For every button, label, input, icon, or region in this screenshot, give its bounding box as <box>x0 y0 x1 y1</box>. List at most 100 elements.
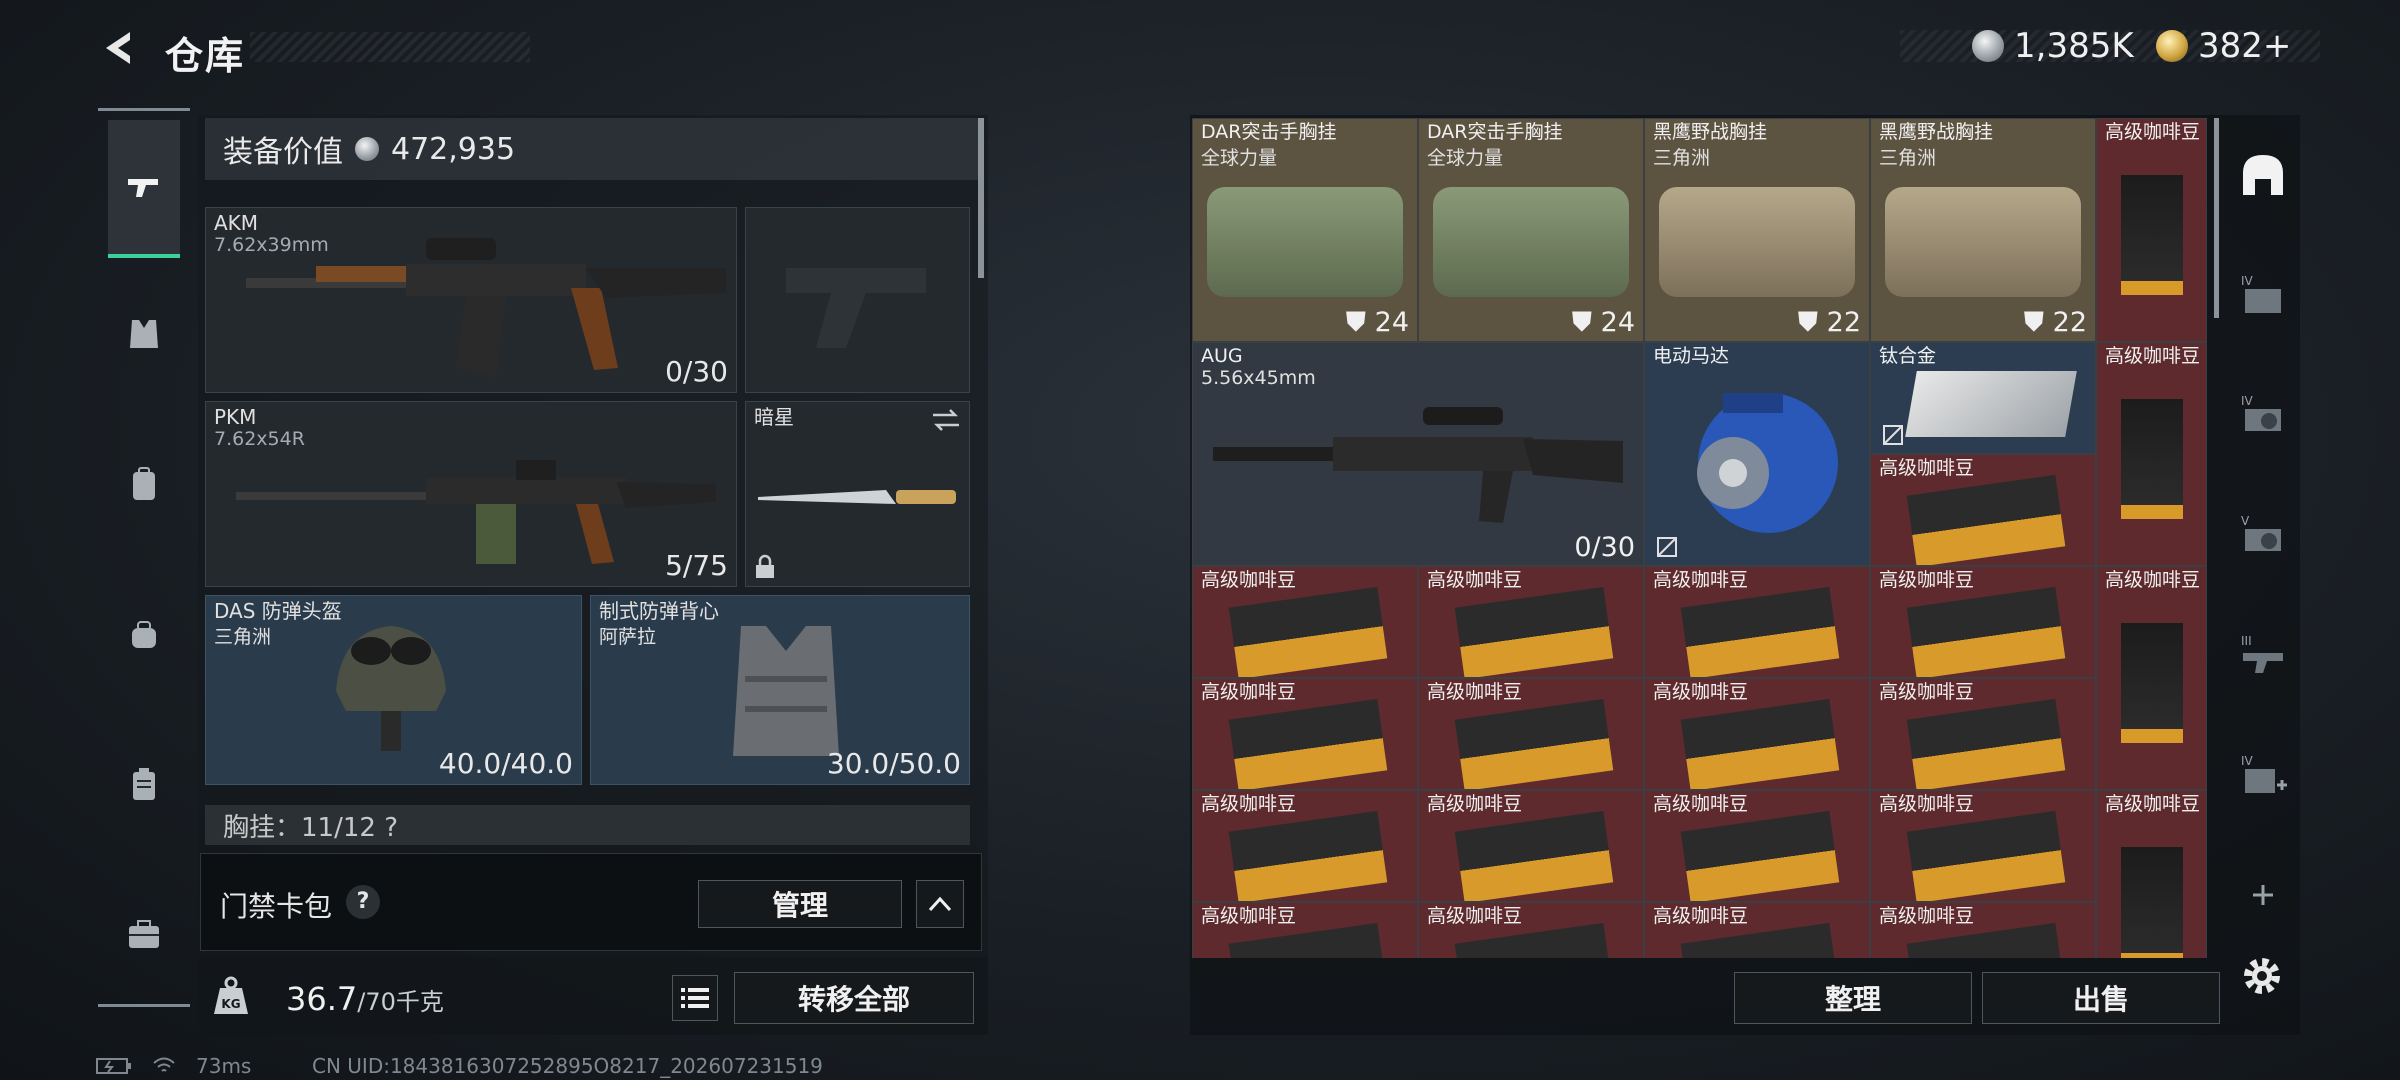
rig-image <box>1433 187 1629 297</box>
rig-image <box>1885 187 2081 297</box>
stash-item-rig[interactable]: 黑鹰野战胸挂 三角洲 ⛊ 22 <box>1644 118 1870 342</box>
armor-slot[interactable]: 制式防弹背心 阿萨拉 30.0/50.0 <box>590 595 970 785</box>
stash-item-coffee[interactable]: 高级咖啡豆 <box>1870 790 2096 902</box>
vest-small-icon: ⛊ <box>2023 307 2045 338</box>
stash-item-rig[interactable]: 黑鹰野战胸挂 三角洲 ⛊ 22 <box>1870 118 2096 342</box>
tier-iii-gun-icon[interactable]: III <box>2238 630 2288 680</box>
sell-button[interactable]: 出售 <box>1982 972 2220 1024</box>
stash-item-rig[interactable]: DAR突击手胸挂 全球力量 ⛊ 24 <box>1192 118 1418 342</box>
rig-image <box>1207 187 1403 297</box>
stash-item-coffee[interactable]: 高级咖啡豆 <box>1870 454 2096 566</box>
item-name: 黑鹰野战胸挂 <box>1653 121 1768 143</box>
tier-iv-gear-icon[interactable]: IV <box>2238 390 2288 440</box>
tier-v-gear-icon[interactable]: V <box>2238 510 2288 560</box>
item-name: 高级咖啡豆 <box>1653 569 1749 591</box>
stash-item-coffee-tall[interactable]: 高级咖啡豆 <box>2096 790 2207 958</box>
stash-item-coffee[interactable]: 高级咖啡豆 <box>1192 566 1418 678</box>
helmet-name: DAS 防弹头盔 <box>214 599 342 623</box>
loadout-scrollbar[interactable] <box>978 118 984 278</box>
item-name: 高级咖啡豆 <box>1879 457 1975 479</box>
item-name: 黑鹰野战胸挂 <box>1879 121 1994 143</box>
back-icon[interactable] <box>100 28 140 68</box>
item-name: 高级咖啡豆 <box>1653 793 1749 815</box>
motor-image <box>1697 393 1838 533</box>
stash-item-coffee-tall[interactable]: 高级咖啡豆 <box>2096 566 2207 790</box>
stash-item-coffee[interactable]: 高级咖啡豆 <box>1870 902 2096 958</box>
item-name: DAR突击手胸挂 <box>1201 121 1337 143</box>
stash-item-coffee[interactable]: 高级咖啡豆 <box>1418 678 1644 790</box>
stash-item-coffee[interactable]: 高级咖啡豆 <box>1870 566 2096 678</box>
weapon-icon[interactable] <box>108 120 180 258</box>
bag-icon[interactable] <box>108 598 180 670</box>
weapon-ammo: 5/75 <box>665 549 728 582</box>
gear-icon[interactable] <box>2240 954 2284 998</box>
item-name: 高级咖啡豆 <box>1879 905 1975 927</box>
stash-item-aug[interactable]: AUG 5.56x45mm 0/30 <box>1192 342 1644 566</box>
coffee-image <box>2121 847 2183 958</box>
stash-item-titanium[interactable]: 钛合金 <box>1870 342 2096 454</box>
manage-button[interactable]: 管理 <box>698 880 902 928</box>
tier-iv-bag-icon[interactable]: IV <box>2238 270 2288 320</box>
wifi-icon <box>153 1057 175 1072</box>
titanium-image <box>1905 371 2077 437</box>
coffee-image <box>1906 810 2066 901</box>
gold-coin-icon <box>2156 30 2188 62</box>
helmet-tab-icon[interactable] <box>2238 150 2288 200</box>
stash-item-coffee[interactable]: 高级咖啡豆 <box>1870 678 2096 790</box>
armor-name: 制式防弹背心 <box>599 599 719 623</box>
coffee-image <box>1454 922 1614 958</box>
value-label: 装备价值 <box>223 135 343 170</box>
svg-text:V: V <box>2241 514 2250 528</box>
coffee-image <box>2121 175 2183 295</box>
sort-button[interactable]: 整理 <box>1734 972 1972 1024</box>
weight-max: /70千克 <box>357 988 444 1016</box>
stash-item-coffee-tall[interactable]: 高级咖啡豆 <box>2096 118 2207 342</box>
clipboard-icon[interactable] <box>108 748 180 820</box>
coffee-image <box>1906 698 2066 789</box>
briefcase-icon[interactable] <box>108 898 180 970</box>
primary-weapon-slot[interactable]: AKM 7.62x39mm 0/30 <box>205 207 737 393</box>
chevron-up-icon <box>928 896 952 912</box>
secondary-weapon-slot[interactable]: PKM 7.62x54R 5/75 <box>205 401 737 587</box>
stash-item-rig[interactable]: DAR突击手胸挂 全球力量 ⛊ 24 <box>1418 118 1644 342</box>
weight-value: 36.7 <box>286 980 358 1018</box>
list-view-button[interactable] <box>672 975 718 1021</box>
item-name: 高级咖啡豆 <box>1427 793 1523 815</box>
stash-item-coffee[interactable]: 高级咖啡豆 <box>1418 902 1644 958</box>
stash-item-coffee[interactable]: 高级咖啡豆 <box>1644 790 1870 902</box>
stash-item-coffee[interactable]: 高级咖啡豆 <box>1192 902 1418 958</box>
silver-currency[interactable]: 1,385K <box>1972 26 2134 66</box>
stash-item-coffee-tall[interactable]: 高级咖啡豆 <box>2096 342 2207 566</box>
backpack-icon[interactable] <box>108 448 180 520</box>
stash-item-motor[interactable]: 电动马达 <box>1644 342 1870 566</box>
add-icon[interactable] <box>2238 870 2288 920</box>
stash-item-coffee[interactable]: 高级咖啡豆 <box>1644 902 1870 958</box>
pistol-slot[interactable] <box>745 207 970 393</box>
title-decoration <box>250 32 530 62</box>
gold-currency[interactable]: 382+ <box>2156 26 2291 66</box>
stash-item-coffee[interactable]: 高级咖啡豆 <box>1192 790 1418 902</box>
stash-item-coffee[interactable]: 高级咖啡豆 <box>1644 678 1870 790</box>
armor-vest-icon[interactable] <box>108 298 180 370</box>
helmet-slot[interactable]: DAS 防弹头盔 三角洲 40.0/40.0 <box>205 595 582 785</box>
stash-scrollbar[interactable] <box>2214 118 2219 318</box>
vest-small-icon: ⛊ <box>1571 307 1593 338</box>
item-origin: 三角洲 <box>1653 147 1711 169</box>
melee-slot[interactable]: 暗星 <box>745 401 970 587</box>
collapse-button[interactable] <box>916 880 964 928</box>
transfer-all-button[interactable]: 转移全部 <box>734 972 974 1024</box>
weight-readout: 36.7/70千克 <box>286 980 444 1018</box>
value-amount: 472,935 <box>391 131 516 167</box>
pistol-silhouette-icon <box>786 268 926 348</box>
chest-rig-row[interactable]: 胸挂：11/12 ? <box>205 805 970 845</box>
swap-icon[interactable] <box>931 408 961 432</box>
rig-count: 24 <box>1600 307 1635 338</box>
tier-iv-medkit-icon[interactable]: IV <box>2238 750 2288 800</box>
help-icon[interactable]: ? <box>346 885 380 919</box>
stash-item-coffee[interactable]: 高级咖啡豆 <box>1644 566 1870 678</box>
stash-item-coffee[interactable]: 高级咖啡豆 <box>1418 566 1644 678</box>
svg-text:IV: IV <box>2241 394 2254 408</box>
stash-item-coffee[interactable]: 高级咖啡豆 <box>1418 790 1644 902</box>
unsearched-icon <box>1657 537 1677 557</box>
stash-item-coffee[interactable]: 高级咖啡豆 <box>1192 678 1418 790</box>
